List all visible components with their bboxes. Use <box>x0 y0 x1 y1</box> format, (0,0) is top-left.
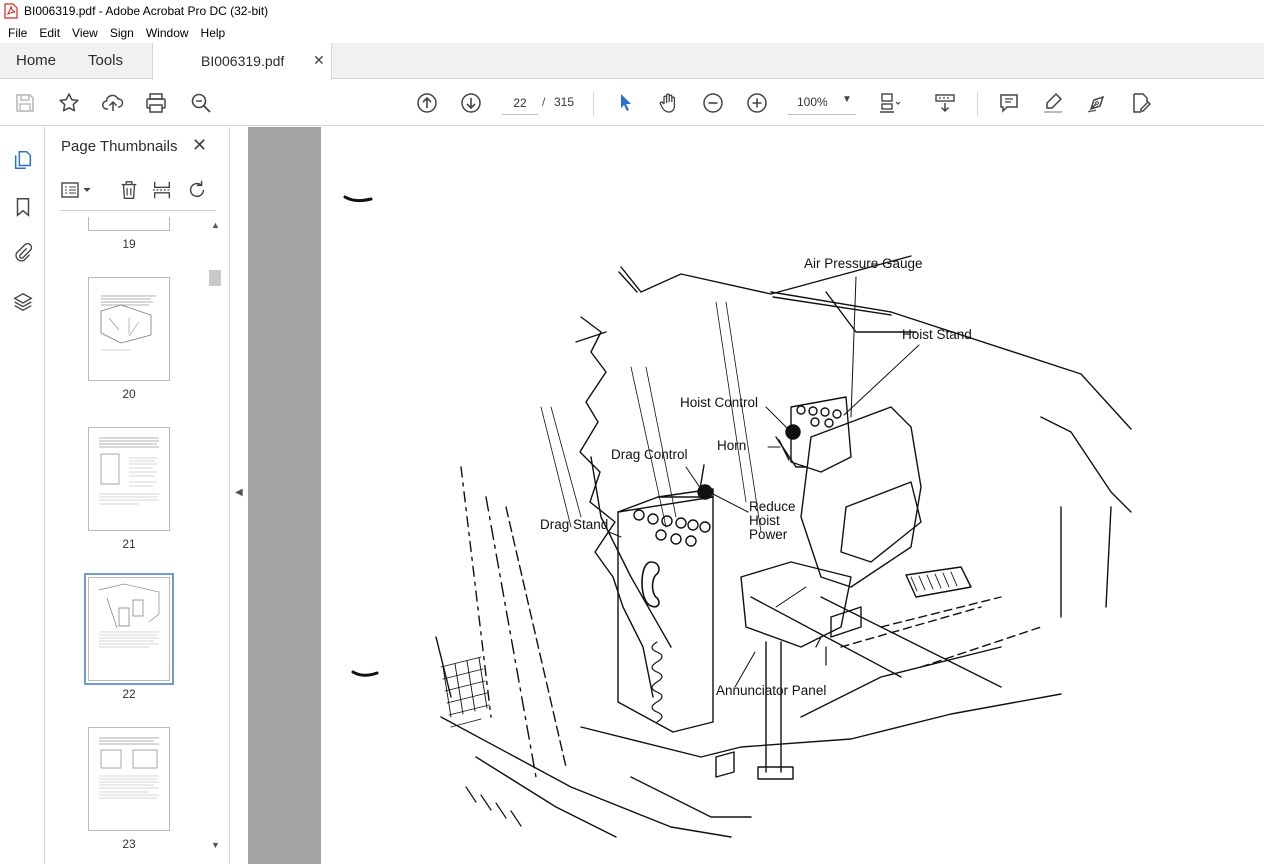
callout-annunciator-panel: Annunciator Panel <box>716 683 827 698</box>
title-bar: BI006319.pdf - Adobe Acrobat Pro DC (32-… <box>0 0 1264 22</box>
menu-edit[interactable]: Edit <box>33 26 66 40</box>
sign-pen-icon[interactable] <box>1084 90 1110 116</box>
chevron-down-icon: ▼ <box>842 94 852 105</box>
zoom-in-icon[interactable] <box>744 90 770 116</box>
toolbar: / 315 100% ▼ <box>0 80 1264 126</box>
scrollbar-thumb[interactable] <box>209 270 221 286</box>
collapse-left-icon[interactable]: ◀ <box>235 487 243 498</box>
close-tab-icon[interactable]: ✕ <box>313 52 325 69</box>
page-thumbnails-icon[interactable] <box>10 147 36 173</box>
thumbnails-toolbar <box>60 177 216 203</box>
callout-hoist-stand: Hoist Stand <box>902 327 972 342</box>
callout-reduce-hoist-power: Hoist <box>749 513 780 528</box>
zoom-dropdown[interactable]: 100% ▼ <box>788 91 856 115</box>
zoom-out-icon[interactable] <box>700 90 726 116</box>
thumbnails-panel-title: Page Thumbnails <box>61 138 178 155</box>
rotate-icon[interactable] <box>184 177 210 203</box>
scroll-down-icon[interactable]: ▼ <box>211 840 220 850</box>
document-viewport[interactable]: Air Pressure Gauge Hoist Stand Hoist Con… <box>248 127 1264 864</box>
thumbnails-divider <box>60 210 216 211</box>
thumbnail-options-icon[interactable] <box>60 177 94 203</box>
toolbar-divider <box>593 92 594 116</box>
page-fit-icon[interactable] <box>876 90 902 116</box>
navigation-rail <box>0 127 45 864</box>
insert-page-icon[interactable] <box>149 177 175 203</box>
thumbnail-page-preview <box>99 737 159 799</box>
thumbnails-panel: Page Thumbnails ✕ 19 20 21 22 23 <box>46 127 230 864</box>
tab-home[interactable]: Home <box>16 52 56 69</box>
hand-icon[interactable] <box>656 90 682 116</box>
scroll-up-icon[interactable]: ▲ <box>211 220 220 230</box>
operator-cab-drawing <box>343 195 1132 838</box>
delete-page-icon[interactable] <box>116 177 142 203</box>
menu-file[interactable]: File <box>2 26 33 40</box>
thumbnail-page-preview <box>99 437 159 505</box>
print-icon[interactable] <box>143 90 169 116</box>
select-cursor-icon[interactable] <box>612 90 638 116</box>
menu-sign[interactable]: Sign <box>104 26 140 40</box>
comment-icon[interactable] <box>996 90 1022 116</box>
close-panel-icon[interactable]: ✕ <box>192 135 207 156</box>
toolbar-divider <box>977 92 978 116</box>
zoom-value: 100% <box>797 95 828 109</box>
highlight-icon[interactable] <box>1040 90 1066 116</box>
page-down-icon[interactable] <box>458 90 484 116</box>
thumbnail-label: 19 <box>122 237 136 251</box>
bookmark-icon[interactable] <box>10 194 36 220</box>
scroll-mode-icon[interactable] <box>932 90 958 116</box>
acrobat-pdf-icon <box>4 3 18 19</box>
zoom-search-icon[interactable] <box>188 90 214 116</box>
layers-icon[interactable] <box>10 289 36 315</box>
page-separator: / <box>542 95 546 109</box>
thumbnail-label: 21 <box>122 537 136 551</box>
pdf-page: Air Pressure Gauge Hoist Stand Hoist Con… <box>321 127 1264 864</box>
window-title: BI006319.pdf - Adobe Acrobat Pro DC (32-… <box>24 4 269 18</box>
bookmark-star-icon[interactable] <box>56 90 82 116</box>
tab-document-label: BI006319.pdf <box>201 53 285 69</box>
thumbnail-label: 23 <box>122 837 136 851</box>
attachment-icon[interactable] <box>10 240 36 266</box>
thumbnail-page[interactable] <box>88 277 170 381</box>
thumbnail-page-preview <box>100 295 156 351</box>
edit-pdf-icon[interactable] <box>1128 90 1154 116</box>
panel-collapse-strip[interactable]: ◀ <box>230 127 248 864</box>
callout-reduce-hoist-power: Power <box>749 527 788 542</box>
callout-air-pressure-gauge: Air Pressure Gauge <box>804 256 923 271</box>
callout-hoist-control: Hoist Control <box>680 395 759 410</box>
thumbnail-page-preview <box>89 578 169 680</box>
callout-horn: Horn <box>717 438 747 453</box>
upload-cloud-icon[interactable] <box>100 90 126 116</box>
callout-drag-control: Drag Control <box>611 447 688 462</box>
tab-document[interactable]: BI006319.pdf ✕ <box>152 43 332 80</box>
thumbnail-list: 19 20 21 22 23 <box>46 217 208 857</box>
thumbnail-page-current[interactable] <box>84 573 174 685</box>
thumbnails-scrollbar[interactable]: ▲ ▼ <box>208 220 222 856</box>
menu-bar: File Edit View Sign Window Help <box>0 22 1264 43</box>
thumbnail-page[interactable] <box>88 217 170 231</box>
tab-bar: Home Tools BI006319.pdf ✕ <box>0 43 1264 80</box>
page-number-input[interactable] <box>502 91 538 115</box>
tab-tools[interactable]: Tools <box>88 52 123 69</box>
page-up-icon[interactable] <box>414 90 440 116</box>
menu-view[interactable]: View <box>66 26 104 40</box>
callout-reduce-hoist-power: Reduce <box>749 499 796 514</box>
thumbnail-label: 22 <box>122 687 136 701</box>
page-total: 315 <box>554 95 575 109</box>
thumbnail-page[interactable] <box>88 427 170 531</box>
callout-drag-stand: Drag Stand <box>540 517 609 532</box>
thumbnail-label: 20 <box>122 387 136 401</box>
menu-help[interactable]: Help <box>195 26 232 40</box>
save-icon[interactable] <box>12 90 38 116</box>
thumbnail-page[interactable] <box>88 727 170 831</box>
menu-window[interactable]: Window <box>140 26 195 40</box>
